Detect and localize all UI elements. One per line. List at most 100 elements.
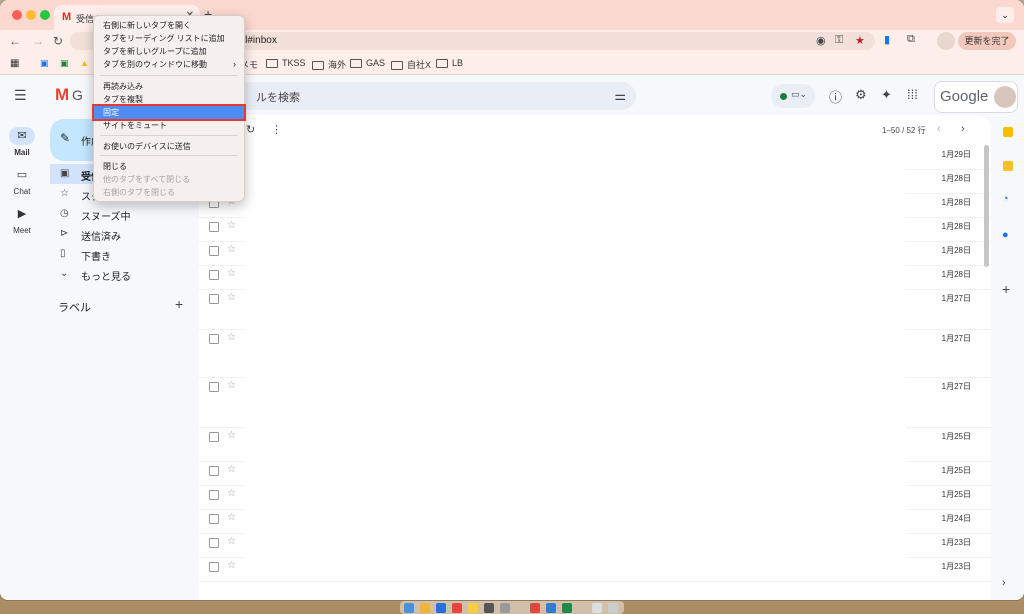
nav-sent[interactable]: ⊳ 送信済み [50, 224, 195, 244]
context-menu-item[interactable]: 閉じる [94, 160, 244, 173]
menu-item-label: 右側のタブを閉じる [103, 188, 175, 197]
settings-gear-icon[interactable]: ⚙ [855, 87, 867, 103]
context-menu-item[interactable]: タブを別のウィンドウに移動 › [94, 58, 244, 71]
gmail-logo-icon[interactable]: M [55, 85, 69, 105]
bookmark-gas[interactable]: GAS [350, 58, 385, 69]
row-checkbox[interactable] [209, 490, 219, 500]
eye-icon[interactable]: ◉ [816, 34, 826, 47]
chrome-icon[interactable] [452, 603, 462, 613]
row-checkbox[interactable] [209, 538, 219, 548]
bookmark-favicon-icon[interactable]: ▣ [60, 58, 69, 69]
dock-app-icon[interactable] [484, 603, 494, 613]
scrollbar-thumb[interactable] [984, 145, 989, 267]
star-icon[interactable]: ☆ [227, 464, 236, 475]
row-checkbox[interactable] [209, 562, 219, 572]
tasks-icon[interactable]: ◔ [1002, 193, 1009, 205]
star-icon[interactable]: ☆ [227, 380, 236, 391]
bookmark-lb[interactable]: LB [436, 58, 463, 69]
dock-app-icon[interactable] [592, 603, 602, 613]
expand-panel-icon[interactable]: › [1002, 577, 1006, 589]
extension-blue-icon[interactable]: ▮ [884, 33, 890, 46]
bookmark-star-icon[interactable]: ★ [855, 34, 865, 47]
dock-app-icon[interactable] [500, 603, 510, 613]
keep-icon[interactable] [1003, 161, 1013, 171]
more-options-icon[interactable]: ⋮ [271, 123, 282, 136]
search-options-icon[interactable]: ⚌ [614, 88, 626, 104]
nav-drafts[interactable]: ▯ 下書き [50, 244, 195, 264]
list-toolbar: ↻ ⋮ 1–50 / 52 行 ‹ › [199, 115, 991, 143]
dock-app-icon[interactable] [546, 603, 556, 613]
star-icon[interactable]: ☆ [227, 220, 236, 231]
dock-app-icon[interactable] [436, 603, 446, 613]
extensions-puzzle-icon[interactable]: ⧉ [907, 33, 915, 46]
context-menu-item[interactable]: 右側に新しいタブを開く [94, 19, 244, 32]
add-label-icon[interactable]: + [175, 296, 183, 312]
context-menu-item[interactable]: タブを複製 [94, 93, 244, 106]
row-checkbox[interactable] [209, 334, 219, 344]
add-addon-icon[interactable]: + [1002, 281, 1010, 297]
row-checkbox[interactable] [209, 466, 219, 476]
mail-search-input[interactable]: ルを検索 ⚌ [198, 82, 636, 110]
rail-mail[interactable]: ✉ Mail [0, 127, 44, 157]
row-checkbox[interactable] [209, 222, 219, 232]
row-checkbox[interactable] [209, 382, 219, 392]
context-menu-item[interactable]: タブを新しいグループに追加 [94, 45, 244, 58]
account-avatar[interactable] [994, 86, 1016, 108]
row-checkbox[interactable] [209, 246, 219, 256]
context-menu-item[interactable]: 再読み込み [94, 80, 244, 93]
reload-icon[interactable]: ↻ [53, 34, 63, 48]
tab-search-chevron-icon[interactable]: ⌄ [996, 7, 1014, 23]
star-icon[interactable]: ☆ [227, 332, 236, 343]
bookmark-tkss[interactable]: TKSS [266, 58, 306, 69]
nav-more[interactable]: ⌄ もっと見る [50, 264, 195, 284]
bookmark-jisha-x[interactable]: 自社X [391, 58, 431, 71]
star-icon[interactable]: ☆ [227, 536, 236, 547]
drive-icon[interactable]: ▲ [80, 58, 89, 68]
star-icon[interactable]: ☆ [227, 244, 236, 255]
back-arrow-icon[interactable]: ← [9, 34, 21, 48]
row-checkbox[interactable] [209, 270, 219, 280]
status-selector[interactable]: ▭⌄ [771, 84, 815, 108]
row-checkbox[interactable] [209, 514, 219, 524]
context-menu-item[interactable]: お使いのデバイスに送信 [94, 140, 244, 153]
key-icon[interactable]: ⚿ [835, 34, 843, 47]
star-icon[interactable]: ☆ [227, 268, 236, 279]
star-icon[interactable]: ☆ [227, 560, 236, 571]
update-button[interactable]: 更新を完了 [958, 32, 1016, 50]
row-checkbox[interactable] [209, 432, 219, 442]
minimize-window-button[interactable] [26, 10, 36, 20]
star-icon[interactable]: ☆ [227, 512, 236, 523]
refresh-icon[interactable]: ↻ [246, 123, 255, 136]
dock-app-icon[interactable] [420, 603, 430, 613]
gemini-sparkle-icon[interactable]: ✦ [881, 87, 892, 103]
maximize-window-button[interactable] [40, 10, 50, 20]
dock-app-icon[interactable] [468, 603, 478, 613]
context-menu-item[interactable]: サイトをミュート [94, 119, 244, 132]
profile-avatar[interactable] [937, 32, 955, 50]
dock-app-icon[interactable] [530, 603, 540, 613]
star-icon[interactable]: ☆ [227, 488, 236, 499]
apps-grid-icon[interactable]: ▦ [10, 58, 19, 69]
bookmark-overseas[interactable]: 海外 [312, 58, 346, 71]
finder-icon[interactable] [404, 603, 414, 613]
close-window-button[interactable] [12, 10, 22, 20]
row-checkbox[interactable] [209, 294, 219, 304]
google-apps-grid-icon[interactable]: ⁞⁞⁞ [907, 87, 918, 102]
google-account-badge[interactable]: Google [934, 81, 1018, 113]
rail-meet[interactable]: ▶ Meet [0, 205, 44, 235]
context-menu-item[interactable]: 固定 [92, 104, 246, 121]
nav-snoozed[interactable]: ◷ スヌーズ中 [50, 204, 195, 224]
excel-icon[interactable] [562, 603, 572, 613]
help-icon[interactable]: ⓘ [829, 87, 842, 106]
trash-icon[interactable] [608, 603, 618, 613]
star-icon[interactable]: ☆ [227, 292, 236, 303]
bookmark-favicon-icon[interactable]: ▣ [40, 58, 49, 69]
contacts-icon[interactable]: ● [1002, 229, 1009, 241]
forward-arrow-icon[interactable]: → [32, 34, 44, 48]
next-page-icon[interactable]: › [961, 123, 965, 135]
calendar-icon[interactable] [1003, 127, 1013, 137]
context-menu-item[interactable]: タブをリーディング リストに追加 [94, 32, 244, 45]
star-icon[interactable]: ☆ [227, 430, 236, 441]
rail-chat[interactable]: ▭ Chat [0, 166, 44, 196]
prev-page-icon[interactable]: ‹ [937, 123, 941, 135]
